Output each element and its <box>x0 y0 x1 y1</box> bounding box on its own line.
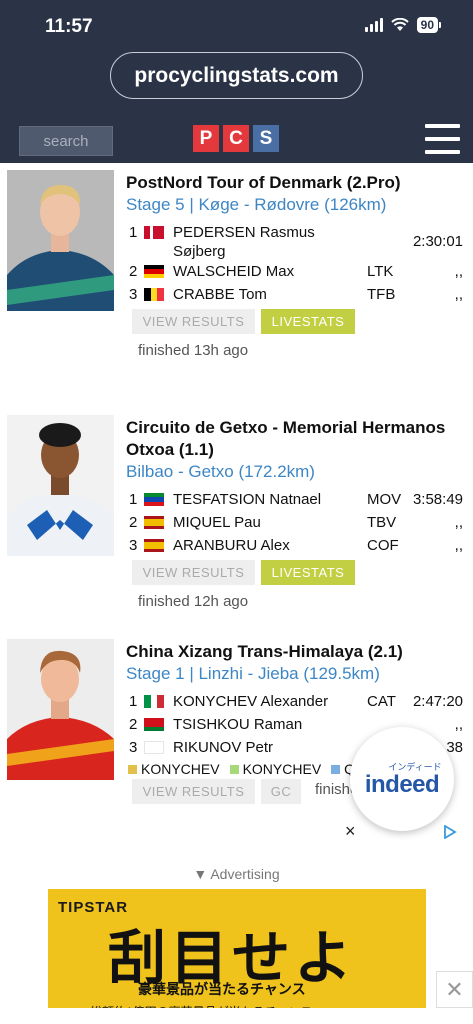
rider-photo[interactable] <box>7 170 114 311</box>
result-row[interactable]: 2 MIQUEL Pau TBV ,, <box>126 510 469 533</box>
result-position: 3 <box>129 286 138 303</box>
battery-level: 90 <box>416 17 438 33</box>
flag-icon <box>144 539 164 552</box>
result-row[interactable]: 2 WALSCHEID Max LTK ,, <box>126 259 469 282</box>
search-input[interactable]: search <box>19 126 113 156</box>
result-time: ,, <box>454 514 463 531</box>
result-position: 1 <box>129 693 138 710</box>
result-time: 3:58:49 <box>412 491 463 508</box>
rider-name[interactable]: ARANBURU Alex <box>173 536 363 556</box>
status-icons: 90 <box>364 17 441 33</box>
ad-banner[interactable]: TIPSTAR 刮目せよ 豪華景品が当たるチャンス ー総額約1億円の豪華景品が当… <box>48 889 426 1024</box>
indeed-logo: indeed <box>364 770 440 798</box>
result-position: 3 <box>129 537 138 554</box>
close-ad-icon[interactable]: × <box>345 821 356 842</box>
result-position: 2 <box>129 514 138 531</box>
flag-icon <box>144 695 164 708</box>
race-stage[interactable]: Stage 5 | Køge - Rødovre (126km) <box>126 194 469 216</box>
status-time: 11:57 <box>45 16 93 37</box>
rider-name[interactable]: WALSCHEID Max <box>173 262 363 282</box>
rider-name[interactable]: KONYCHEV Alexander <box>173 692 363 712</box>
team-code[interactable]: CAT <box>367 692 396 712</box>
result-row[interactable]: 3 CRABBE Tom TFB ,, <box>126 282 469 305</box>
flag-icon <box>144 516 164 529</box>
rider-name[interactable]: MIQUEL Pau <box>173 513 363 533</box>
race-title[interactable]: China Xizang Trans-Himalaya (2.1) <box>126 641 469 663</box>
pcs-logo[interactable]: P C S <box>193 125 279 152</box>
indeed-ad-bubble[interactable]: インディード indeed <box>350 727 454 831</box>
logo-letter-s: S <box>253 125 279 152</box>
result-position: 1 <box>129 491 138 508</box>
menu-icon[interactable] <box>425 124 460 154</box>
view-results-button[interactable]: VIEW RESULTS <box>132 309 255 334</box>
race-stage[interactable]: Bilbao - Getxo (172.2km) <box>126 461 469 483</box>
rider-name[interactable]: TESFATSION Natnael <box>173 490 363 510</box>
signal-icon <box>364 18 383 32</box>
team-code[interactable]: TFB <box>367 285 395 305</box>
result-time: 2:30:01 <box>412 233 463 250</box>
logo-letter-p: P <box>193 125 219 152</box>
team-code[interactable]: TBV <box>367 513 396 533</box>
finished-label: finished 13h ago <box>138 342 249 359</box>
result-time: ,, <box>454 716 463 733</box>
url-bar[interactable]: procyclingstats.com <box>110 52 363 99</box>
finished-label: finished 12h ago <box>138 593 249 610</box>
rider-name[interactable]: TSISHKOU Raman <box>173 715 363 735</box>
team-code[interactable]: LTK <box>367 262 393 282</box>
result-time: 2:47:20 <box>412 693 463 710</box>
view-results-button[interactable]: VIEW RESULTS <box>132 779 255 804</box>
result-time: ,, <box>454 537 463 554</box>
race-card: PostNord Tour of Denmark (2.Pro) Stage 5… <box>0 170 473 390</box>
jersey-leader[interactable]: KONYCHEV <box>128 761 220 777</box>
result-position: 2 <box>129 263 138 280</box>
result-position: 1 <box>129 224 138 241</box>
race-stage[interactable]: Stage 1 | Linzhi - Jieba (129.5km) <box>126 663 469 685</box>
result-time: ,, <box>454 286 463 303</box>
blue-jersey-icon <box>331 764 341 774</box>
rider-name[interactable]: CRABBE Tom <box>173 285 363 305</box>
battery-icon: 90 <box>416 17 441 33</box>
jersey-rider: KONYCHEV <box>242 761 322 777</box>
advertising-label: ▼ Advertising <box>193 866 280 882</box>
gc-button[interactable]: GC <box>261 779 301 804</box>
result-row[interactable]: 3 ARANBURU Alex COF ,, <box>126 533 469 556</box>
bottom-bar <box>0 1008 473 1024</box>
flag-icon <box>144 493 164 506</box>
rider-name[interactable]: RIKUNOV Petr <box>173 738 363 758</box>
rider-photo[interactable] <box>7 639 114 780</box>
close-icon[interactable]: ✕ <box>436 971 473 1008</box>
jersey-leader[interactable]: KONYCHEV <box>229 761 322 777</box>
flag-icon <box>144 288 164 301</box>
result-position: 2 <box>129 716 138 733</box>
team-code[interactable]: MOV <box>367 490 401 510</box>
flag-icon <box>144 718 164 731</box>
race-title[interactable]: Circuito de Getxo - Memorial Hermanos Ot… <box>126 417 469 461</box>
team-code[interactable]: COF <box>367 536 399 556</box>
livestats-button[interactable]: LIVESTATS <box>261 560 355 585</box>
result-row[interactable]: 1 KONYCHEV Alexander CAT 2:47:20 <box>126 689 469 712</box>
view-results-button[interactable]: VIEW RESULTS <box>132 560 255 585</box>
result-time: ,, <box>454 263 463 280</box>
livestats-button[interactable]: LIVESTATS <box>261 309 355 334</box>
adchoices-icon[interactable] <box>443 824 457 843</box>
browser-header: 11:57 90 procyclingstats.com search P C … <box>0 0 473 163</box>
result-time: 38 <box>446 739 463 756</box>
flag-icon <box>144 226 164 239</box>
flag-icon <box>144 265 164 278</box>
flag-icon <box>144 741 164 754</box>
logo-letter-c: C <box>223 125 249 152</box>
rider-photo[interactable] <box>7 415 114 556</box>
wifi-icon <box>390 18 409 32</box>
result-position: 3 <box>129 739 138 756</box>
green-jersey-icon <box>229 764 239 774</box>
jersey-rider: KONYCHEV <box>141 761 220 777</box>
result-row[interactable]: 1 TESFATSION Natnael MOV 3:58:49 <box>126 487 469 510</box>
race-title[interactable]: PostNord Tour of Denmark (2.Pro) <box>126 172 469 194</box>
result-row[interactable]: 1 PEDERSEN Rasmus Søjberg 2:30:01 <box>126 220 469 261</box>
banner-subtext: 豪華景品が当たるチャンス <box>138 981 306 997</box>
rider-name[interactable]: PEDERSEN Rasmus Søjberg <box>173 223 353 261</box>
race-card: Circuito de Getxo - Memorial Hermanos Ot… <box>0 415 473 625</box>
yellow-jersey-icon <box>128 764 137 774</box>
